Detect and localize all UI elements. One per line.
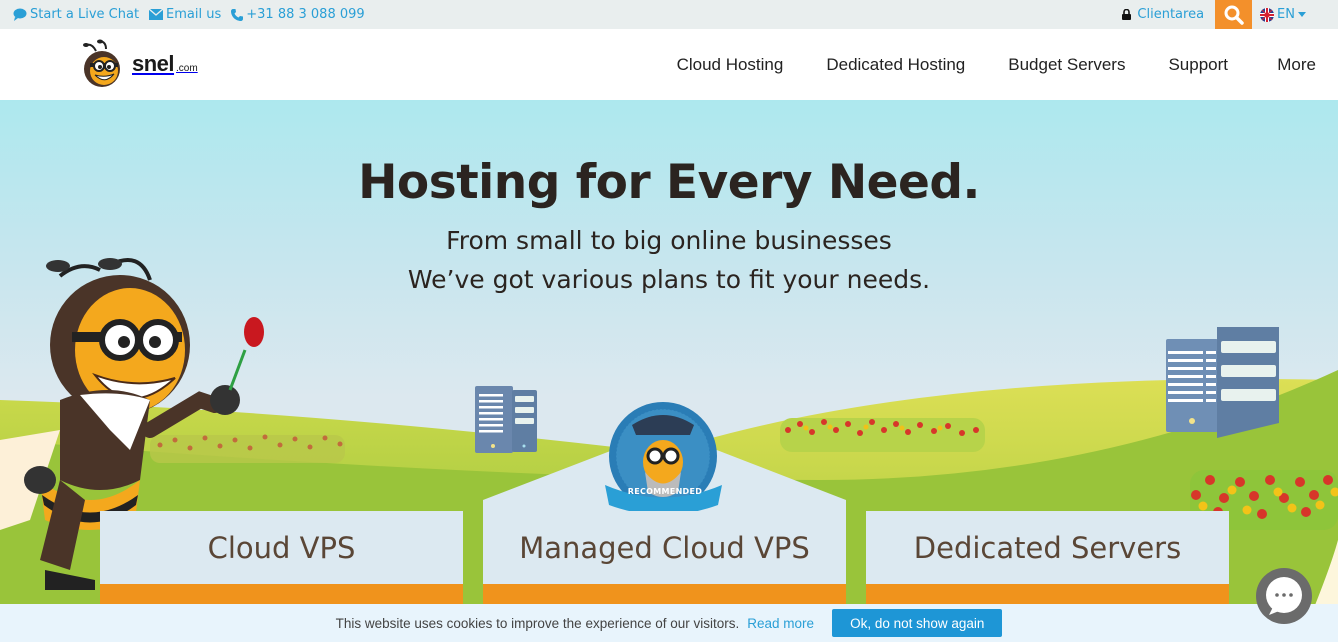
recommended-badge-icon [605, 402, 722, 515]
plan-card-bar [100, 584, 463, 606]
plan-card-managed-cloud-vps[interactable]: Managed Cloud VPS [483, 511, 846, 606]
hero-subtitle-line1: From small to big online businesses [446, 226, 892, 255]
caret-down-icon [1298, 12, 1306, 17]
hero-banner: Hosting for Every Need. From small to bi… [0, 100, 1338, 642]
search-button[interactable] [1215, 0, 1253, 29]
server-large-icon [1166, 327, 1279, 438]
chat-bubble-icon [1256, 568, 1312, 624]
bee-logo-icon [83, 39, 120, 87]
main-nav: Cloud Hosting Dedicated Hosting Budget S… [634, 29, 1316, 100]
hero-subtitle-line2: We’ve got various plans to fit your need… [407, 265, 931, 294]
cookie-banner: This website uses cookies to improve the… [0, 604, 1338, 642]
plan-card-bar [866, 584, 1229, 606]
nav-cloud-hosting[interactable]: Cloud Hosting [677, 55, 784, 75]
envelope-icon [149, 9, 164, 20]
live-chat-label: Start a Live Chat [30, 7, 140, 22]
nav-budget-servers[interactable]: Budget Servers [1008, 55, 1125, 75]
email-label: Email us [166, 7, 222, 22]
language-selector[interactable]: EN [1252, 0, 1338, 29]
flower-field-middle [780, 418, 985, 452]
phone-label: +31 88 3 088 099 [246, 7, 365, 22]
plan-card-dedicated-servers[interactable]: Dedicated Servers [866, 511, 1229, 606]
clientarea-link[interactable]: Clientarea [1122, 7, 1204, 22]
live-chat-widget-button[interactable] [1255, 567, 1313, 625]
chat-icon [13, 8, 27, 21]
logo-text: snel [132, 51, 175, 76]
hero-title: Hosting for Every Need. [358, 155, 980, 210]
server-small-icon [475, 386, 537, 453]
recommended-badge-label: RECOMMENDED [627, 487, 703, 496]
top-bar: Start a Live Chat Email us +31 88 3 088 … [0, 0, 1338, 29]
logo-suffix: .com [176, 62, 198, 74]
flower-field-left [150, 434, 345, 463]
contact-links: Start a Live Chat Email us +31 88 3 088 … [13, 0, 365, 29]
logo[interactable]: snel .com [80, 39, 198, 89]
lock-icon [1122, 9, 1132, 20]
email-link[interactable]: Email us [149, 7, 221, 22]
cookie-message: This website uses cookies to improve the… [335, 615, 740, 631]
account-area: Clientarea EN [1122, 0, 1338, 29]
main-header: snel .com Cloud Hosting Dedicated Hostin… [0, 29, 1338, 100]
plan-title: Cloud VPS [207, 531, 356, 565]
live-chat-link[interactable]: Start a Live Chat [13, 7, 139, 22]
uk-flag-icon [1260, 7, 1275, 22]
cookie-accept-button[interactable]: Ok, do not show again [832, 609, 1003, 637]
plan-card-cloud-vps[interactable]: Cloud VPS [100, 511, 463, 606]
plan-title: Managed Cloud VPS [519, 531, 810, 565]
plan-title: Dedicated Servers [913, 531, 1182, 565]
nav-dedicated-hosting[interactable]: Dedicated Hosting [826, 55, 965, 75]
cookie-read-more-link[interactable]: Read more [747, 616, 814, 631]
nav-support[interactable]: Support [1168, 55, 1228, 75]
phone-icon [231, 8, 244, 21]
plan-card-bar [483, 584, 846, 606]
language-label: EN [1277, 7, 1295, 22]
search-icon [1224, 5, 1244, 25]
phone-link[interactable]: +31 88 3 088 099 [231, 7, 365, 22]
nav-more[interactable]: More [1277, 55, 1316, 75]
clientarea-label: Clientarea [1137, 7, 1205, 22]
